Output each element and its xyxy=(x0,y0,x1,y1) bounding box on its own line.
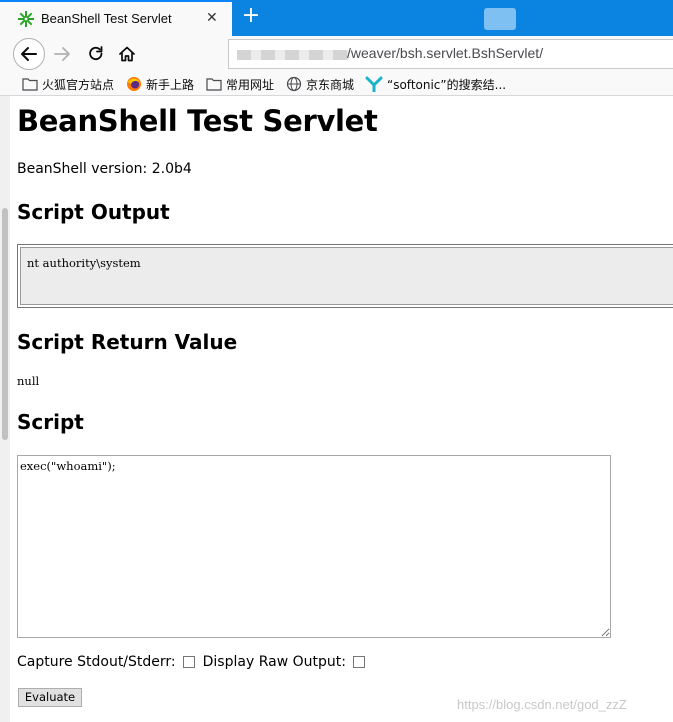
script-heading: Script xyxy=(17,410,84,434)
script-output-text: nt authority\system xyxy=(27,256,141,270)
bookmarks-bar: 火狐官方站点 新手上路 常用网址 京东商城 “softonic”的搜索结... xyxy=(0,72,673,96)
script-output-box: nt authority\system xyxy=(17,244,673,308)
tab-title: BeanShell Test Servlet xyxy=(41,11,172,26)
script-textarea[interactable]: exec("whoami"); xyxy=(17,455,611,638)
folder-icon xyxy=(22,78,38,91)
evaluate-button[interactable]: Evaluate xyxy=(18,688,82,707)
bookmark-label: 火狐官方站点 xyxy=(42,77,115,92)
bookmark-item[interactable]: 常用网址 xyxy=(206,74,274,94)
home-icon[interactable] xyxy=(117,44,137,64)
blurred-app-icon xyxy=(484,8,516,30)
bookmark-item[interactable]: “softonic”的搜索结... xyxy=(365,74,506,94)
back-button[interactable] xyxy=(13,38,45,70)
tab-close-icon[interactable]: ✕ xyxy=(206,10,218,26)
bookmark-item[interactable]: 京东商城 xyxy=(286,74,354,94)
reload-icon[interactable] xyxy=(86,44,106,64)
raw-output-label: Display Raw Output: xyxy=(202,654,346,670)
version-text: BeanShell version: 2.0b4 xyxy=(17,161,192,177)
globe-icon xyxy=(286,76,302,92)
navigation-bar: /weaver/bsh.servlet.BshServlet/ xyxy=(0,36,673,72)
servlet-favicon-icon xyxy=(18,11,34,27)
folder-icon xyxy=(206,78,222,91)
url-bar[interactable]: /weaver/bsh.servlet.BshServlet/ xyxy=(228,39,673,69)
watermark-text: https://blog.csdn.net/god_zzZ xyxy=(457,697,627,712)
softonic-icon xyxy=(365,76,383,92)
new-tab-button[interactable]: + xyxy=(240,3,262,31)
return-value-heading: Script Return Value xyxy=(17,330,238,354)
script-output-inner: nt authority\system xyxy=(20,247,673,305)
page-title: BeanShell Test Servlet xyxy=(17,104,378,138)
back-arrow-icon xyxy=(21,47,37,61)
bookmark-label: 常用网址 xyxy=(226,77,275,92)
forward-arrow-icon[interactable] xyxy=(52,44,72,64)
capture-checkbox[interactable] xyxy=(182,656,195,668)
page-content: BeanShell Test Servlet BeanShell version… xyxy=(0,96,673,722)
bookmark-item[interactable]: 新手上路 xyxy=(126,74,194,94)
url-text: /weaver/bsh.servlet.BshServlet/ xyxy=(347,45,544,61)
firefox-icon xyxy=(127,77,141,91)
capture-label: Capture Stdout/Stderr: xyxy=(17,654,176,670)
tab-bar: BeanShell Test Servlet ✕ + xyxy=(0,0,673,36)
bookmark-label: 新手上路 xyxy=(146,77,195,92)
return-value-text: null xyxy=(17,374,40,388)
bookmark-label: “softonic”的搜索结... xyxy=(387,77,507,92)
scrollbar-thumb[interactable] xyxy=(2,208,8,440)
vertical-scrollbar[interactable] xyxy=(0,96,10,722)
script-output-heading: Script Output xyxy=(17,200,170,224)
url-redacted-host xyxy=(237,50,349,60)
tab-beanshell[interactable]: BeanShell Test Servlet ✕ xyxy=(0,0,232,36)
raw-output-checkbox[interactable] xyxy=(352,656,365,668)
options-row: Capture Stdout/Stderr: Display Raw Outpu… xyxy=(17,654,373,670)
bookmark-item[interactable]: 火狐官方站点 xyxy=(22,74,114,94)
bookmark-label: 京东商城 xyxy=(306,77,355,92)
